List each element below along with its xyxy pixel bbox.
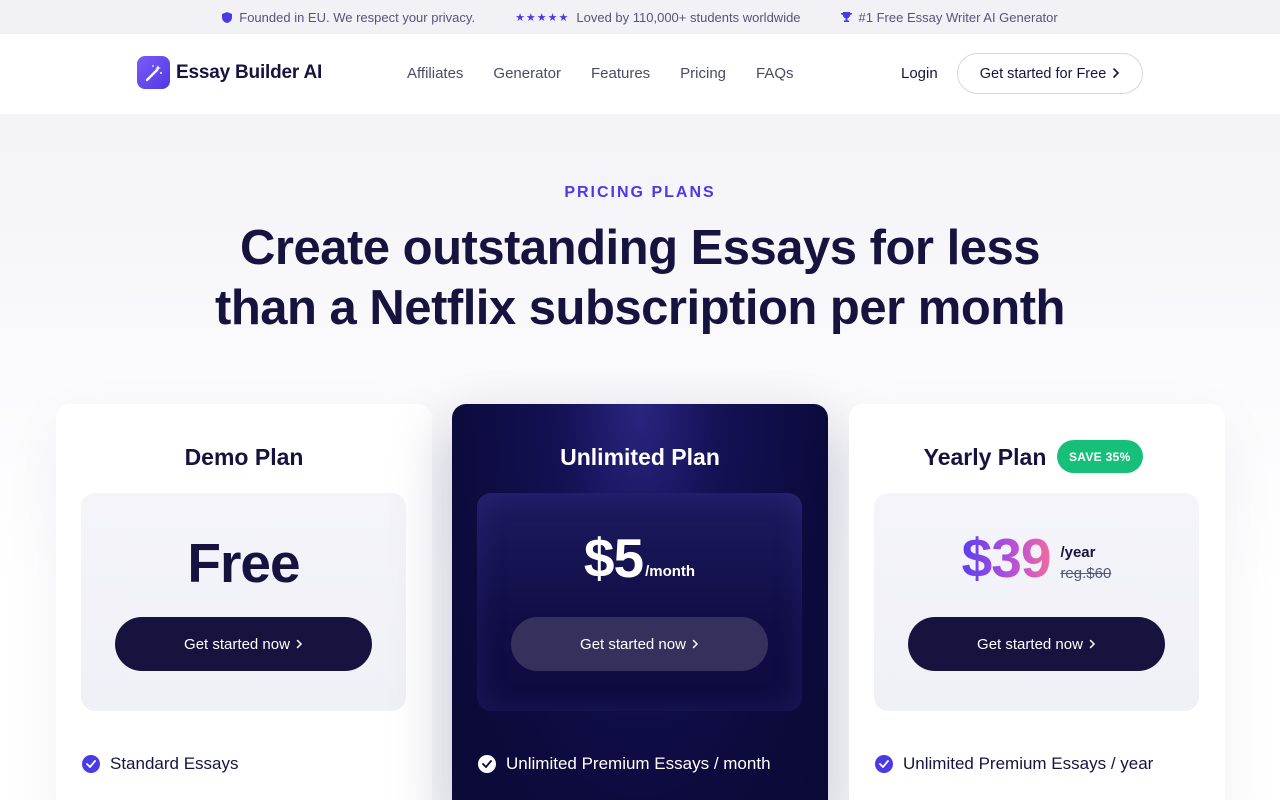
announcement-bar: Founded in EU. We respect your privacy. … — [0, 0, 1280, 34]
headline-line-1: Create outstanding Essays for less — [240, 221, 1040, 275]
nav-generator[interactable]: Generator — [493, 65, 561, 82]
magic-wand-icon — [137, 56, 170, 89]
get-started-button[interactable]: Get started now — [511, 617, 768, 671]
price-unit: /month — [645, 563, 696, 580]
demo-plan-card: Demo Plan Free Get started now Standard … — [56, 404, 432, 800]
cta-label: Get started for Free — [979, 65, 1107, 82]
feature-label: Standard Essays — [110, 754, 239, 773]
nav-features[interactable]: Features — [591, 65, 650, 82]
feature-item: Unlimited Premium Essays / month — [478, 754, 771, 774]
button-label: Get started now — [184, 635, 290, 653]
price-unit: /year — [1060, 544, 1096, 561]
check-icon — [82, 755, 100, 773]
rating-text: Loved by 110,000+ students worldwide — [576, 9, 801, 25]
plan-title: Unlimited Plan — [560, 444, 720, 470]
feature-item: Unlimited Premium Essays / year — [875, 754, 1153, 774]
price-box: Free Get started now — [81, 493, 406, 711]
plan-title: Demo Plan — [184, 444, 304, 470]
stars-icon: ★★★★★ — [515, 11, 570, 24]
button-label: Get started now — [580, 635, 686, 653]
plan-price: $39 — [961, 527, 1052, 589]
award-text: #1 Free Essay Writer AI Generator — [858, 9, 1058, 25]
price-box: $39 /year reg.$60 Get started now — [874, 493, 1199, 711]
get-started-button[interactable]: Get started now — [115, 617, 372, 671]
site-header: Essay Builder AI Affiliates Generator Fe… — [0, 34, 1280, 114]
chevron-right-icon — [1089, 636, 1096, 653]
trophy-icon — [840, 11, 852, 23]
check-icon — [478, 755, 496, 773]
pricing-eyebrow: PRICING PLANS — [564, 184, 716, 201]
button-label: Get started now — [977, 635, 1083, 653]
check-icon — [875, 755, 893, 773]
price-row: $39 /year reg.$60 — [874, 531, 1199, 586]
price-box: $5 /month Get started now — [477, 493, 802, 711]
save-badge: SAVE 35% — [1057, 440, 1143, 473]
nav-pricing[interactable]: Pricing — [680, 65, 726, 82]
unlimited-plan-card: Unlimited Plan $5 /month Get started now… — [452, 404, 828, 800]
award-notice: #1 Free Essay Writer AI Generator — [840, 9, 1058, 25]
nav-faqs[interactable]: FAQs — [756, 65, 794, 82]
price-details: /year reg.$60 — [1060, 544, 1111, 582]
login-link[interactable]: Login — [901, 65, 938, 82]
plan-price: Free — [187, 532, 300, 594]
privacy-notice: Founded in EU. We respect your privacy. — [222, 10, 475, 25]
logo-text: Essay Builder AI — [176, 61, 323, 83]
headline-line-2: than a Netflix subscription per month — [215, 281, 1065, 335]
page-title: Create outstanding Essays for less than … — [0, 218, 1280, 338]
main-nav: Affiliates Generator Features Pricing FA… — [407, 65, 794, 82]
shield-icon — [222, 11, 233, 23]
logo[interactable]: Essay Builder AI — [137, 56, 322, 89]
chevron-right-icon — [1112, 66, 1120, 82]
price-row: $5 /month — [477, 531, 802, 586]
chevron-right-icon — [296, 636, 303, 653]
nav-affiliates[interactable]: Affiliates — [407, 65, 463, 82]
privacy-text: Founded in EU. We respect your privacy. — [239, 9, 476, 25]
feature-label: Unlimited Premium Essays / year — [903, 754, 1154, 773]
get-started-button[interactable]: Get started now — [908, 617, 1165, 671]
yearly-plan-card: Yearly Plan SAVE 35% $39 /year reg.$60 G… — [849, 404, 1225, 800]
get-started-free-button[interactable]: Get started for Free — [957, 53, 1143, 94]
rating-notice: ★★★★★ Loved by 110,000+ students worldwi… — [515, 10, 800, 25]
plan-price: $5 — [583, 527, 644, 589]
feature-item: Standard Essays — [82, 754, 239, 774]
feature-label: Unlimited Premium Essays / month — [506, 754, 771, 773]
chevron-right-icon — [692, 636, 699, 653]
regular-price: reg.$60 — [1060, 565, 1112, 582]
